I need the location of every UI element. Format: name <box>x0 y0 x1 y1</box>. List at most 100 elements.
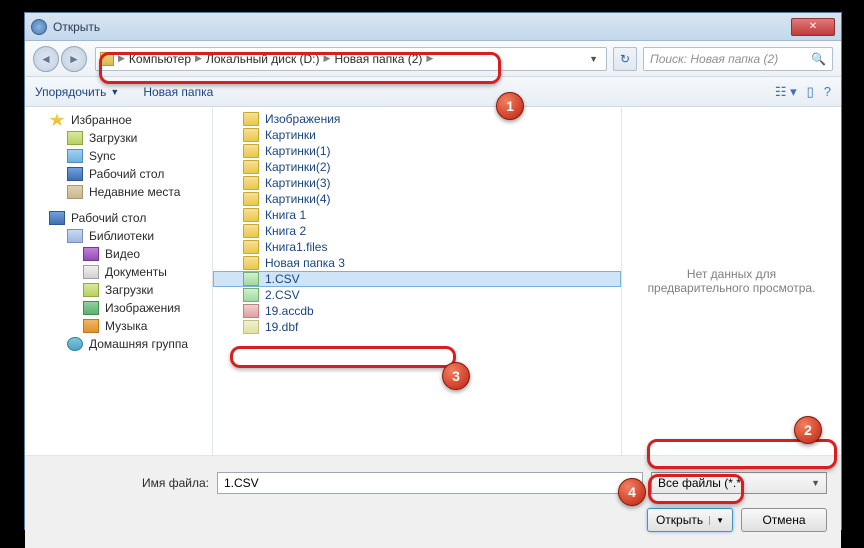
folder-icon <box>243 240 259 254</box>
sidebar: Избранное Загрузки Sync Рабочий стол Нед… <box>25 107 213 455</box>
back-button[interactable]: ◄ <box>33 46 59 72</box>
filename-label: Имя файла: <box>39 476 209 490</box>
titlebar: Открыть ✕ <box>25 13 841 41</box>
bottom-bar: Имя файла: 1.CSV ▼ Все файлы (*.*) ▼ Отк… <box>25 455 841 548</box>
refresh-button[interactable]: ↻ <box>613 47 637 71</box>
list-item[interactable]: Картинки(1) <box>213 143 621 159</box>
sidebar-item-images[interactable]: Изображения <box>25 299 212 317</box>
list-item[interactable]: 19.accdb <box>213 303 621 319</box>
sidebar-homegroup[interactable]: Домашняя группа <box>25 335 212 353</box>
star-icon <box>49 113 65 127</box>
open-button[interactable]: Открыть ▼ <box>647 508 733 532</box>
list-item[interactable]: Картинки <box>213 127 621 143</box>
folder-icon <box>243 192 259 206</box>
nav-bar: ◄ ► ▶ Компьютер ▶ Локальный диск (D:) ▶ … <box>25 41 841 77</box>
search-input[interactable]: Поиск: Новая папка (2) 🔍 <box>643 47 833 71</box>
content-area: Избранное Загрузки Sync Рабочий стол Нед… <box>25 107 841 455</box>
desktop-icon <box>67 167 83 181</box>
list-item[interactable]: Книга 1 <box>213 207 621 223</box>
chevron-right-icon: ▶ <box>195 53 202 64</box>
toolbar-right: ☷ ▾ ▯ ? <box>775 84 831 100</box>
chevron-down-icon[interactable]: ▼ <box>627 478 636 488</box>
sync-icon <box>67 149 83 163</box>
search-icon: 🔍 <box>811 52 826 66</box>
sidebar-item-documents[interactable]: Документы <box>25 263 212 281</box>
breadcrumb-item[interactable]: Новая папка (2) <box>334 52 422 66</box>
accdb-icon <box>243 304 259 318</box>
images-icon <box>83 301 99 315</box>
recent-icon <box>67 185 83 199</box>
breadcrumb-item[interactable]: Компьютер <box>129 52 191 66</box>
chevron-down-icon: ▼ <box>110 87 119 97</box>
homegroup-icon <box>67 337 83 351</box>
music-icon <box>83 319 99 333</box>
sidebar-libraries[interactable]: Библиотеки <box>25 227 212 245</box>
address-dropdown-icon[interactable]: ▼ <box>585 54 602 64</box>
organize-button[interactable]: Упорядочить ▼ <box>35 85 119 99</box>
csv-icon <box>243 272 259 286</box>
documents-icon <box>83 265 99 279</box>
downloads-icon <box>67 131 83 145</box>
sidebar-item-music[interactable]: Музыка <box>25 317 212 335</box>
sidebar-item-downloads[interactable]: Загрузки <box>25 129 212 147</box>
breadcrumb-item[interactable]: Локальный диск (D:) <box>206 52 320 66</box>
list-item[interactable]: Книга 2 <box>213 223 621 239</box>
chevron-right-icon: ▶ <box>324 53 331 64</box>
video-icon <box>83 247 99 261</box>
folder-icon <box>243 208 259 222</box>
filename-input[interactable]: 1.CSV ▼ <box>217 472 643 494</box>
window-title: Открыть <box>53 20 791 34</box>
sidebar-desktop-root[interactable]: Рабочий стол <box>25 209 212 227</box>
forward-button[interactable]: ► <box>61 46 87 72</box>
folder-icon <box>243 112 259 126</box>
dbf-icon <box>243 320 259 334</box>
desktop-icon <box>49 211 65 225</box>
list-item[interactable]: 2.CSV <box>213 287 621 303</box>
sidebar-item-recent[interactable]: Недавние места <box>25 183 212 201</box>
cancel-button[interactable]: Отмена <box>741 508 827 532</box>
folder-icon <box>243 160 259 174</box>
sidebar-item-desktop[interactable]: Рабочий стол <box>25 165 212 183</box>
chevron-down-icon: ▼ <box>811 478 820 488</box>
list-item[interactable]: Картинки(3) <box>213 175 621 191</box>
folder-icon <box>243 128 259 142</box>
list-item-selected[interactable]: 1.CSV <box>213 271 621 287</box>
chevron-right-icon: ▶ <box>118 53 125 64</box>
preview-pane: Нет данных для предварительного просмотр… <box>621 107 841 455</box>
sidebar-item-sync[interactable]: Sync <box>25 147 212 165</box>
csv-icon <box>243 288 259 302</box>
chevron-down-icon: ▼ <box>709 516 724 525</box>
toolbar: Упорядочить ▼ Новая папка ☷ ▾ ▯ ? <box>25 77 841 107</box>
folder-icon <box>100 52 114 66</box>
close-button[interactable]: ✕ <box>791 18 835 36</box>
help-icon[interactable]: ? <box>824 84 831 99</box>
file-type-select[interactable]: Все файлы (*.*) ▼ <box>651 472 827 494</box>
sidebar-favorites[interactable]: Избранное <box>25 111 212 129</box>
downloads-icon <box>83 283 99 297</box>
app-icon <box>31 19 47 35</box>
list-item[interactable]: Картинки(4) <box>213 191 621 207</box>
list-item[interactable]: Картинки(2) <box>213 159 621 175</box>
libraries-icon <box>67 229 83 243</box>
folder-icon <box>243 224 259 238</box>
address-bar[interactable]: ▶ Компьютер ▶ Локальный диск (D:) ▶ Нова… <box>95 47 607 71</box>
list-item[interactable]: 19.dbf <box>213 319 621 335</box>
sidebar-item-downloads2[interactable]: Загрузки <box>25 281 212 299</box>
open-dialog: Открыть ✕ ◄ ► ▶ Компьютер ▶ Локальный ди… <box>24 12 842 530</box>
chevron-right-icon: ▶ <box>426 53 433 64</box>
preview-pane-icon[interactable]: ▯ <box>807 84 814 100</box>
folder-icon <box>243 144 259 158</box>
filename-row: Имя файла: 1.CSV ▼ Все файлы (*.*) ▼ <box>39 472 827 494</box>
file-list: Изображения Картинки Картинки(1) Картинк… <box>213 107 621 455</box>
list-item[interactable]: Изображения <box>213 111 621 127</box>
button-row: Открыть ▼ Отмена <box>39 508 827 532</box>
list-item[interactable]: Новая папка 3 <box>213 255 621 271</box>
folder-icon <box>243 176 259 190</box>
search-placeholder: Поиск: Новая папка (2) <box>650 52 811 66</box>
nav-arrows: ◄ ► <box>33 46 87 72</box>
new-folder-button[interactable]: Новая папка <box>143 85 213 99</box>
breadcrumb: ▶ Компьютер ▶ Локальный диск (D:) ▶ Нова… <box>118 52 433 66</box>
sidebar-item-video[interactable]: Видео <box>25 245 212 263</box>
view-icon[interactable]: ☷ ▾ <box>775 84 797 100</box>
list-item[interactable]: Книга1.files <box>213 239 621 255</box>
